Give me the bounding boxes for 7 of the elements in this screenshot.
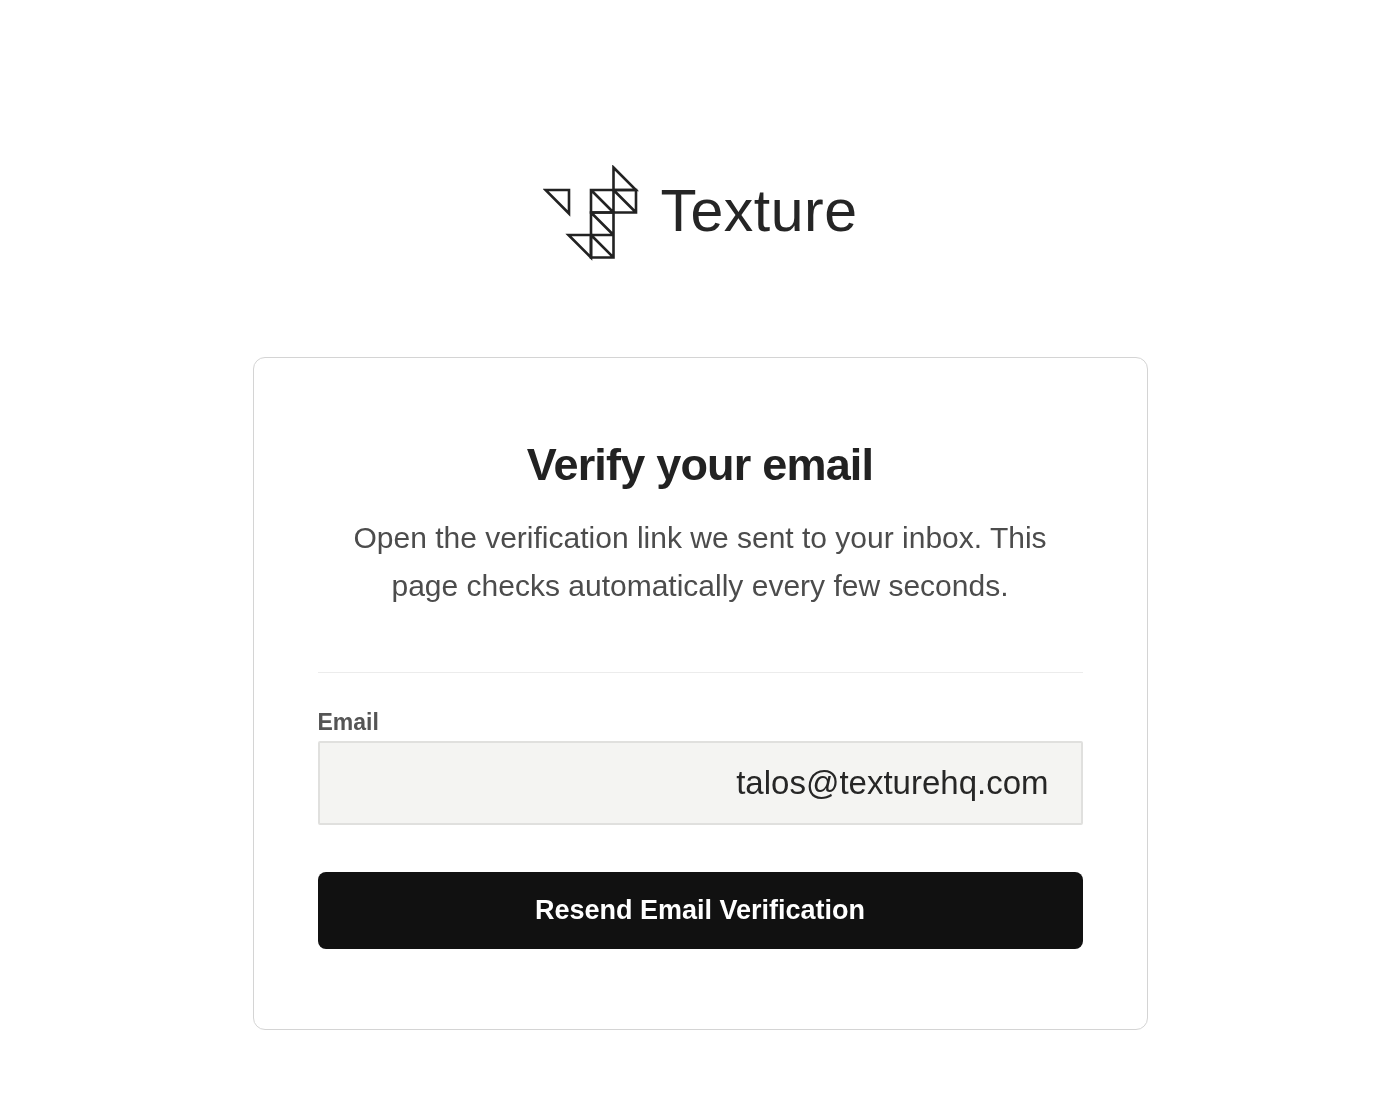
card-title: Verify your email (525, 438, 875, 492)
field-label: Email (317, 709, 380, 737)
brand-name: Texture (660, 181, 858, 241)
email-field[interactable]: talos@texturehq.com (317, 740, 1083, 825)
instruction-text: Open the verification link we sent to your inbox. This page checks automatically every few seconds. (352, 520, 1048, 604)
resend-button[interactable]: Resend Email Verification (317, 871, 1083, 949)
logo-icon (542, 165, 639, 261)
